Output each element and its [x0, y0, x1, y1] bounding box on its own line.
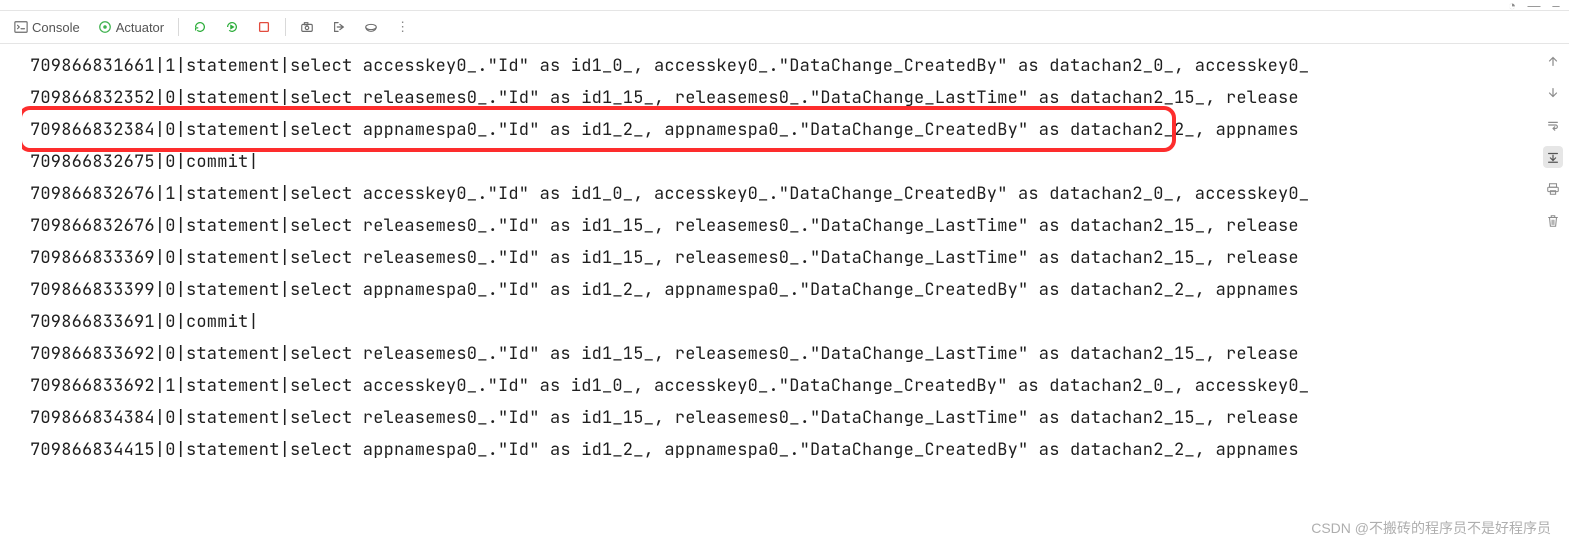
soft-wrap-button[interactable]	[1543, 114, 1563, 136]
log-line: 709866833692|1|statement|select accesske…	[30, 370, 1537, 402]
terminal-icon	[14, 20, 28, 34]
log-line: 709866832676|1|statement|select accesske…	[30, 178, 1537, 210]
log-line: 709866833692|0|statement|select releasem…	[30, 338, 1537, 370]
coverage-button[interactable]	[360, 18, 382, 36]
rerun-button[interactable]	[189, 18, 211, 36]
log-line: 709866832675|0|commit|	[30, 146, 1537, 178]
arrow-down-icon	[1546, 86, 1560, 100]
window-titlebar: ◔ — –	[0, 0, 1569, 10]
log-line: 709866834415|0|statement|select appnames…	[30, 434, 1537, 466]
exit-icon	[332, 20, 346, 34]
log-line: 709866833399|0|statement|select appnames…	[30, 274, 1537, 306]
print-button[interactable]	[1543, 178, 1563, 200]
stop-icon	[257, 20, 271, 34]
log-line: 709866831661|1|statement|select accesske…	[30, 50, 1537, 82]
scroll-end-icon	[1546, 150, 1560, 164]
stop-button[interactable]	[253, 18, 275, 36]
rerun-failed-button[interactable]	[221, 18, 243, 36]
clear-button[interactable]	[1543, 210, 1563, 232]
scroll-to-end-button[interactable]	[1543, 146, 1563, 168]
console-output-panel[interactable]: 709866831661|1|statement|select accesske…	[22, 44, 1537, 544]
log-line: 709866832676|0|statement|select releasem…	[30, 210, 1537, 242]
log-output: 709866831661|1|statement|select accesske…	[22, 44, 1537, 472]
toolbar-divider-2	[285, 18, 286, 36]
screenshot-button[interactable]	[296, 18, 318, 36]
camera-icon	[300, 20, 314, 34]
actuator-tab[interactable]: Actuator	[94, 18, 168, 37]
console-tab[interactable]: Console	[10, 18, 84, 37]
gutter-blank	[3, 50, 19, 68]
toolbar-divider	[178, 18, 179, 36]
scroll-up-button[interactable]	[1543, 50, 1563, 72]
arrow-up-icon	[1546, 54, 1560, 68]
log-line: 709866833369|0|statement|select releasem…	[30, 242, 1537, 274]
wrap-icon	[1546, 118, 1560, 132]
rerun-icon	[193, 20, 207, 34]
rerun-play-icon	[225, 20, 239, 34]
log-line: 709866832384|0|statement|select appnames…	[30, 114, 1537, 146]
exit-button[interactable]	[328, 18, 350, 36]
actuator-tab-label: Actuator	[116, 20, 164, 35]
ide-console-window: ◔ — – Console Actuator	[0, 0, 1569, 544]
coverage-icon	[364, 20, 378, 34]
scroll-down-button[interactable]	[1543, 82, 1563, 104]
console-body: 709866831661|1|statement|select accesske…	[0, 44, 1569, 544]
trash-icon	[1546, 214, 1560, 228]
printer-icon	[1546, 182, 1560, 196]
right-gutter	[1537, 44, 1569, 544]
log-line: 709866834384|0|statement|select releasem…	[30, 402, 1537, 434]
actuator-icon	[98, 20, 112, 34]
log-line: 709866833691|0|commit|	[30, 306, 1537, 338]
console-toolbar: Console Actuator ⋮	[0, 10, 1569, 44]
console-tab-label: Console	[32, 20, 80, 35]
left-gutter	[0, 44, 22, 544]
log-line: 709866832352|0|statement|select releasem…	[30, 82, 1537, 114]
more-actions-button[interactable]: ⋮	[392, 17, 414, 37]
